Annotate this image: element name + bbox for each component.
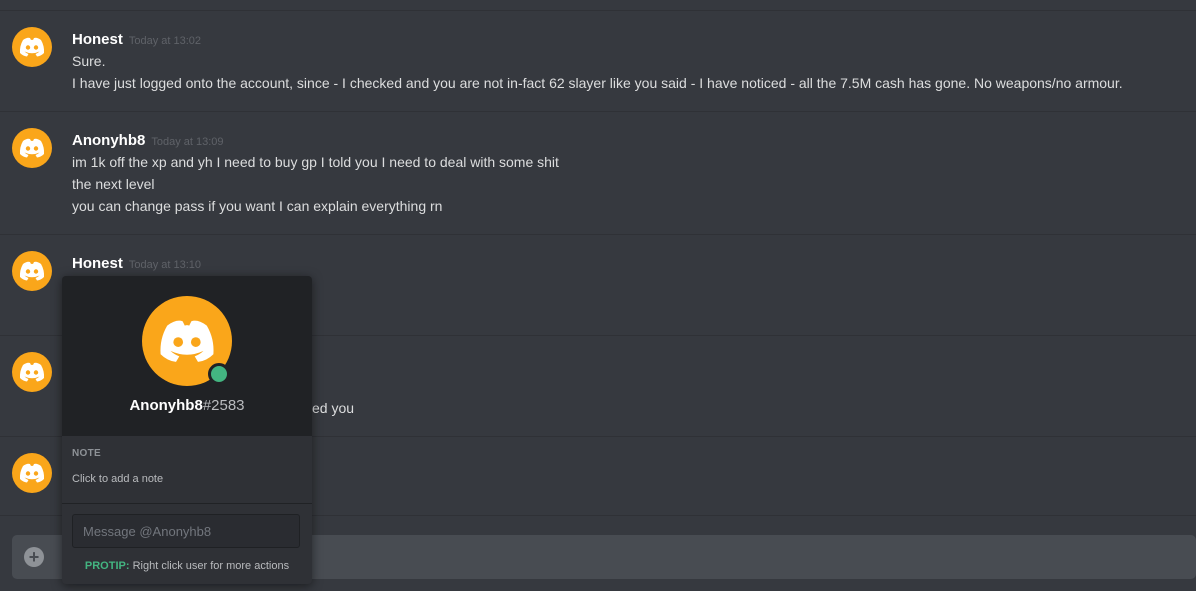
message-author[interactable]: Anonyhb8 Today at 13:09 <box>72 132 224 149</box>
note-field[interactable]: Click to add a note <box>72 473 163 485</box>
popout-divider <box>62 503 312 504</box>
message-line: Sure. <box>72 53 106 69</box>
discord-logo-icon <box>19 138 45 158</box>
message-timestamp: Today at 13:02 <box>128 35 202 47</box>
message-line: the next level <box>72 176 155 192</box>
protip-label: PROTIP: <box>84 560 130 572</box>
message-author[interactable]: Honest Today at 13:10 <box>72 255 201 272</box>
message-line: ed you <box>312 400 355 416</box>
message-divider <box>0 111 1196 112</box>
user-avatar[interactable] <box>12 27 52 67</box>
message-timestamp: Today at 13:09 <box>151 136 224 148</box>
author-name[interactable]: Honest <box>72 255 123 272</box>
discord-logo-icon <box>160 320 214 362</box>
user-avatar[interactable] <box>12 453 52 493</box>
user-avatar[interactable] <box>12 352 52 392</box>
note-label: NOTE <box>72 448 101 459</box>
protip: PROTIP: Right click user for more action… <box>62 560 312 572</box>
protip-text: Right click user for more actions <box>129 560 290 572</box>
user-avatar[interactable] <box>12 128 52 168</box>
author-name[interactable]: Anonyhb8 <box>72 132 145 149</box>
message-divider <box>0 234 1196 235</box>
discord-logo-icon <box>19 362 45 382</box>
message-line: you can change pass if you want I can ex… <box>72 198 443 214</box>
message-line: I have just logged onto the account, sin… <box>72 75 1123 91</box>
online-status-icon <box>208 363 230 385</box>
user-avatar[interactable] <box>12 251 52 291</box>
plus-icon[interactable]: + <box>24 547 44 567</box>
author-name[interactable]: Honest <box>72 31 123 48</box>
popout-header: Anonyhb8#2583 <box>62 276 312 436</box>
discord-logo-icon <box>19 261 45 281</box>
discord-logo-icon <box>19 463 45 483</box>
direct-message-input[interactable] <box>72 514 300 548</box>
profile-discriminator: #2583 <box>202 397 245 414</box>
message-timestamp: Today at 13:10 <box>128 259 202 271</box>
message-author[interactable]: Honest Today at 13:02 <box>72 31 201 48</box>
profile-name: Anonyhb8#2583 <box>62 397 312 414</box>
message-divider <box>0 10 1196 11</box>
user-profile-popout: Anonyhb8#2583 NOTE Click to add a note P… <box>62 276 312 584</box>
discord-logo-icon <box>19 37 45 57</box>
message-line: im 1k off the xp and yh I need to buy gp… <box>72 154 559 170</box>
profile-username: Anonyhb8 <box>129 397 203 414</box>
